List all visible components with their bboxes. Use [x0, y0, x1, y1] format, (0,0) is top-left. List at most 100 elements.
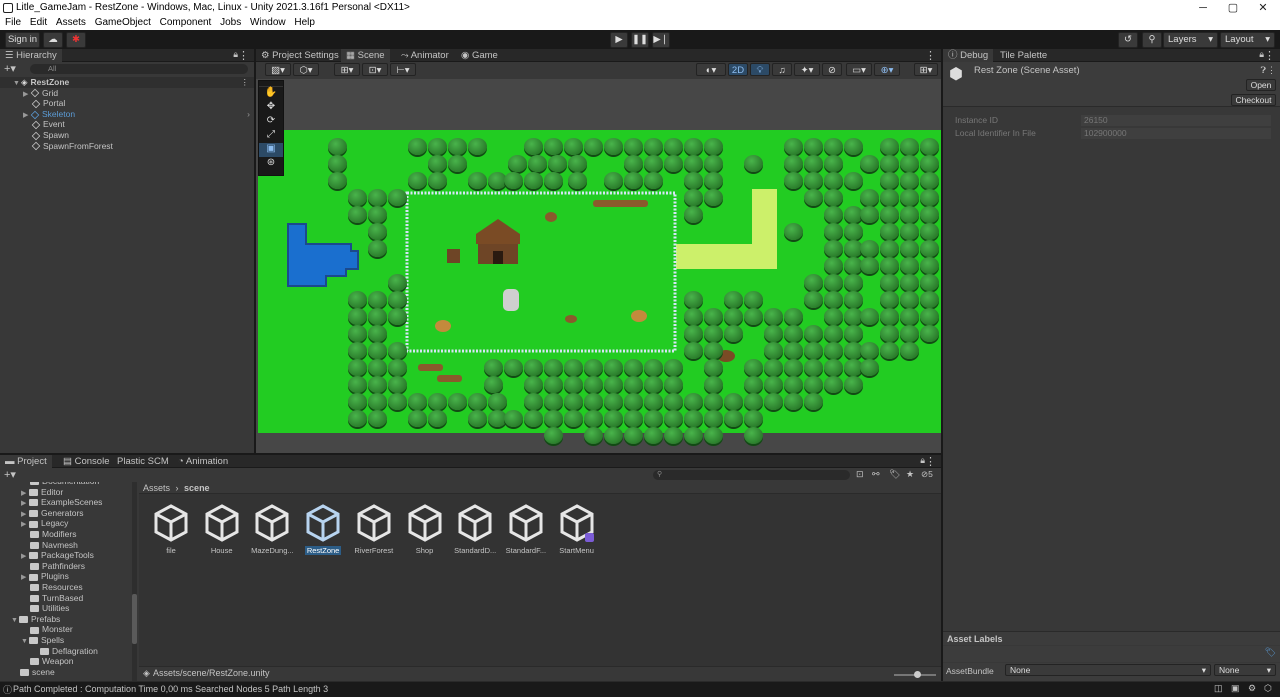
expand-icon[interactable]: ▼ [13, 79, 21, 90]
history-icon[interactable]: ↺ [1118, 32, 1138, 48]
more-icon[interactable]: ⋮ [241, 77, 250, 88]
folder-item[interactable]: Deflagration [0, 646, 138, 657]
more-icon[interactable]: ⋮ [925, 455, 936, 468]
layout-dropdown[interactable]: Layout ▾ [1220, 32, 1275, 48]
effects-dropdown[interactable]: ✦▾ [794, 63, 820, 76]
snap-increment-dropdown[interactable]: ⊡▾ [362, 63, 388, 76]
menu-component[interactable]: Component [160, 17, 212, 28]
cloud-icon[interactable]: ☁ [43, 32, 63, 48]
mode-2d-button[interactable]: 2D [728, 63, 748, 76]
asset-variant-dropdown[interactable]: None ▾ [1214, 664, 1276, 676]
tab-plastic-scm[interactable]: Plastic SCM [112, 455, 174, 468]
maximize-button[interactable]: ▢ [1218, 0, 1248, 16]
tag-icon[interactable]: 🏷︎ [889, 469, 900, 480]
tab-animation[interactable]: ◔ Animation [173, 455, 233, 468]
tag-icon[interactable]: 🏷︎ [1265, 647, 1276, 658]
search-icon[interactable]: ⚲ [1142, 32, 1162, 48]
menu-help[interactable]: Help [294, 17, 315, 28]
search-by-label-icon[interactable]: ⚯ [872, 469, 880, 480]
folder-item[interactable]: ▶ PackageTools [0, 550, 138, 561]
pause-button[interactable]: ❚❚ [631, 32, 649, 48]
breadcrumb-current[interactable]: scene [184, 483, 210, 493]
add-icon[interactable]: +▾ [4, 468, 16, 481]
asset-item[interactable]: RiverForest [350, 504, 398, 555]
tab-hierarchy[interactable]: ☰ Hierarchy [0, 49, 62, 62]
folder-item[interactable]: scene [0, 667, 138, 678]
asset-item[interactable]: StandardD... [451, 504, 499, 555]
asset-item[interactable]: House [198, 504, 246, 555]
pivot-dropdown[interactable]: ▨▾ [265, 63, 291, 76]
asset-item[interactable]: StartMenu [553, 504, 601, 555]
tab-game[interactable]: ◉ Game [456, 49, 503, 62]
camera-dropdown[interactable]: ▭▾ [846, 63, 872, 76]
folder-item[interactable]: Weapon [0, 656, 138, 667]
gizmos-dropdown[interactable]: ⊕▾ [874, 63, 900, 76]
icon-size-slider[interactable] [894, 671, 936, 678]
hierarchy-search-input[interactable]: All [30, 64, 248, 74]
asset-bundle-dropdown[interactable]: None ▾ [1005, 664, 1211, 676]
ruler-dropdown[interactable]: ⊢▾ [390, 63, 416, 76]
slider-handle[interactable] [914, 671, 921, 678]
folder-item[interactable]: Monster [0, 624, 138, 635]
grid-snap-dropdown[interactable]: ⊞▾ [334, 63, 360, 76]
draw-mode-dropdown[interactable]: ◐▾ [696, 63, 726, 76]
settings-icon[interactable]: ⋮ [1267, 65, 1276, 76]
asset-item[interactable]: file [147, 504, 195, 555]
lighting-icon[interactable]: 💡︎ [750, 63, 770, 76]
tab-scene[interactable]: ▦ Scene [341, 49, 390, 62]
scale-tool-icon[interactable]: ⤢ [259, 129, 283, 143]
project-search-input[interactable]: ⚲ [653, 470, 850, 480]
tab-console[interactable]: ▤ Console [58, 455, 114, 468]
help-icon[interactable]: ❓︎ [1261, 65, 1266, 76]
asset-item[interactable]: MazeDung... [248, 504, 296, 555]
tab-project-settings[interactable]: ⚙ Project Settings [256, 49, 344, 62]
hierarchy-scene-row[interactable]: ▼◈ RestZone ⋮ [0, 77, 254, 88]
menu-edit[interactable]: Edit [30, 17, 47, 28]
folder-item[interactable]: TurnBased [0, 593, 138, 604]
asset-item[interactable]: StandardF... [502, 504, 550, 555]
folder-item[interactable]: ▶ Editor [0, 487, 138, 498]
open-button[interactable]: Open [1246, 79, 1276, 91]
status-message[interactable]: Path Completed : Computation Time 0,00 m… [13, 684, 328, 694]
menu-window[interactable]: Window [250, 17, 286, 28]
scrollbar-thumb[interactable] [132, 594, 137, 644]
tab-project[interactable]: ▬ Project [0, 455, 52, 468]
close-button[interactable]: ✕ [1248, 0, 1278, 16]
tab-tile-palette[interactable]: Tile Palette [995, 49, 1052, 62]
audio-icon[interactable]: ♫ [772, 63, 792, 76]
checkout-button[interactable]: Checkout [1231, 94, 1276, 106]
menu-gameobject[interactable]: GameObject [95, 17, 151, 28]
hierarchy-item-grid[interactable]: ▶ Grid [22, 88, 254, 99]
minimize-button[interactable]: ─ [1188, 0, 1218, 16]
add-icon[interactable]: +▾ [4, 62, 16, 75]
folder-item[interactable]: ▼ Prefabs [0, 614, 138, 625]
move-tool-icon[interactable]: ✥ [259, 101, 283, 115]
global-dropdown[interactable]: ⬡▾ [293, 63, 319, 76]
transform-tool-icon[interactable]: ⊛ [259, 157, 283, 171]
hand-tool-icon[interactable]: ✋ [259, 87, 283, 101]
layers-dropdown[interactable]: Layers ▾ [1163, 32, 1218, 48]
hierarchy-item-event[interactable]: Event [22, 119, 254, 130]
collab-icon[interactable]: ✱ [66, 32, 86, 48]
favorite-icon[interactable]: ★ [906, 469, 914, 480]
cache-icon[interactable]: ▣ [1231, 683, 1240, 694]
folder-item[interactable]: ▼ Spells [0, 635, 138, 646]
folder-item[interactable]: ▶ Plugins [0, 571, 138, 582]
asset-item[interactable]: Shop [401, 504, 449, 555]
progress-icon[interactable]: ◫ [1214, 683, 1223, 694]
overlay-dropdown[interactable]: ⊞▾ [914, 63, 938, 76]
chevron-right-icon[interactable]: › [247, 109, 250, 120]
folder-item[interactable]: ▶ Generators [0, 508, 138, 519]
asset-item[interactable]: RestZone [299, 504, 347, 555]
folder-item[interactable]: Modifiers [0, 529, 138, 540]
tab-debug[interactable]: ⓘ Debug [943, 49, 994, 62]
collab-status-icon[interactable]: ⬡ [1264, 683, 1272, 694]
menu-jobs[interactable]: Jobs [220, 17, 241, 28]
more-icon[interactable]: ⋮ [238, 49, 249, 62]
sign-in-button[interactable]: Sign in [5, 32, 40, 48]
hierarchy-item-spawn[interactable]: Spawn [22, 130, 254, 141]
step-button[interactable]: ▶❘ [652, 32, 670, 48]
search-by-type-icon[interactable]: ⊡ [856, 469, 864, 480]
breadcrumb-assets[interactable]: Assets [143, 483, 170, 493]
folder-item[interactable]: Resources [0, 582, 138, 593]
